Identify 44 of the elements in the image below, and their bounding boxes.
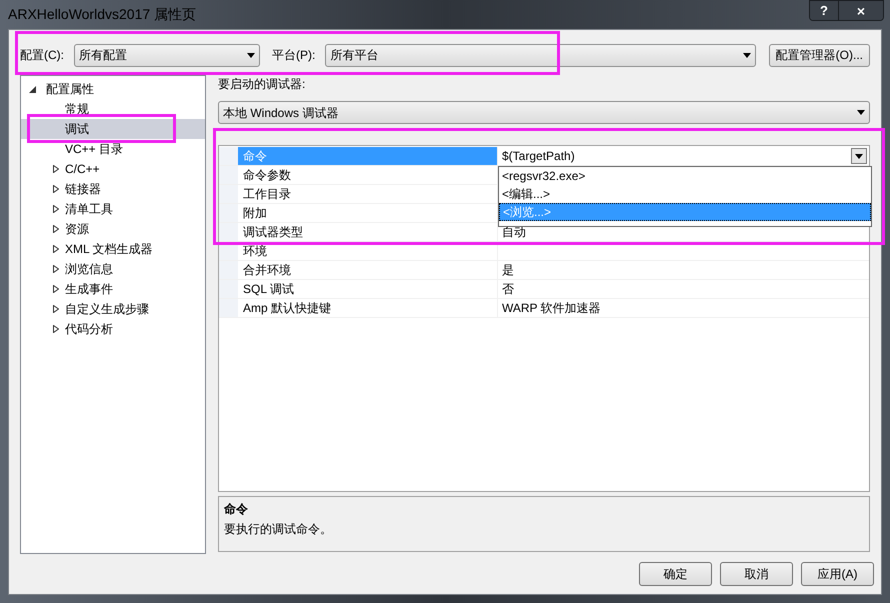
- property-value: 自动: [502, 224, 526, 241]
- description-text: 要执行的调试命令。: [224, 521, 333, 538]
- dialog-button[interactable]: 取消: [720, 562, 793, 586]
- tree-item[interactable]: VC++ 目录: [65, 140, 124, 158]
- property-name[interactable]: 合并环境: [238, 261, 498, 279]
- tree-item[interactable]: 资源: [65, 220, 89, 238]
- config-manager-button[interactable]: 配置管理器(O)...: [768, 44, 870, 66]
- property-value: 否: [502, 281, 514, 298]
- dropdown-option[interactable]: <编辑...>: [499, 185, 871, 203]
- platform-label: 平台(P):: [272, 47, 316, 64]
- dialog-button[interactable]: 应用(A): [801, 562, 874, 586]
- tree-item[interactable]: C/C++: [65, 160, 100, 178]
- property-name[interactable]: Amp 默认快捷键: [238, 299, 498, 317]
- property-value: WARP 软件加速器: [502, 300, 601, 317]
- dropdown-button[interactable]: [851, 148, 867, 164]
- help-button[interactable]: ?: [810, 1, 839, 20]
- dropdown-arrow-icon: [247, 52, 255, 58]
- property-name[interactable]: 环境: [238, 242, 498, 260]
- dropdown-arrow-icon: [742, 52, 751, 58]
- tree-item[interactable]: 清单工具: [65, 200, 113, 218]
- property-value: 是: [502, 262, 514, 279]
- dropdown-arrow-icon: [857, 110, 865, 115]
- close-button[interactable]: ×: [839, 1, 883, 20]
- platform-dropdown[interactable]: 所有平台: [325, 44, 756, 66]
- tree-item[interactable]: 链接器: [65, 180, 101, 198]
- property-name[interactable]: SQL 调试: [238, 280, 498, 298]
- tree-item[interactable]: 常规: [65, 100, 89, 118]
- property-value: $(TargetPath): [502, 148, 575, 165]
- tree-item[interactable]: 配置属性: [46, 80, 94, 98]
- tree-item[interactable]: 调试: [65, 120, 89, 138]
- dropdown-option[interactable]: <regsvr32.exe>: [499, 167, 871, 185]
- dropdown-arrow-icon: [855, 154, 863, 158]
- tree-item[interactable]: XML 文档生成器: [65, 240, 153, 258]
- tree-item[interactable]: 代码分析: [65, 320, 113, 338]
- debugger-label: 要启动的调试器:: [218, 76, 306, 93]
- tree-item[interactable]: 生成事件: [65, 280, 113, 298]
- config-label: 配置(C):: [20, 47, 64, 64]
- tree-item[interactable]: 自定义生成步骤: [65, 300, 149, 318]
- dialog-button[interactable]: 确定: [639, 562, 712, 586]
- config-dropdown[interactable]: 所有配置: [74, 44, 260, 66]
- description-title: 命令: [224, 501, 249, 518]
- tree-item[interactable]: 浏览信息: [65, 260, 113, 278]
- window-title: ARXHelloWorldvs2017 属性页: [8, 5, 196, 24]
- debugger-dropdown[interactable]: 本地 Windows 调试器: [218, 101, 870, 124]
